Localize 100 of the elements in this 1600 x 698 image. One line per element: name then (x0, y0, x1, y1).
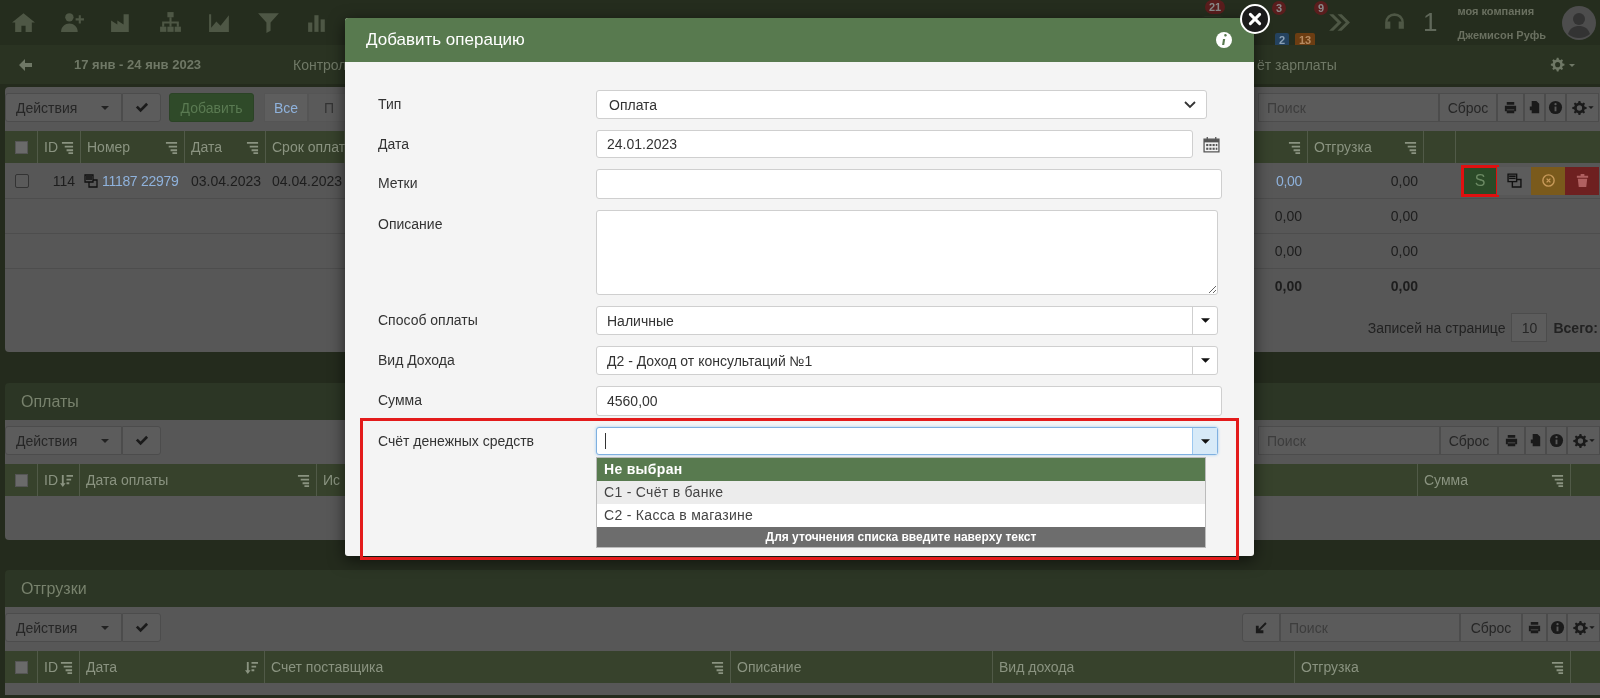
apply-button[interactable] (122, 613, 161, 642)
info-button[interactable] (1546, 426, 1567, 455)
copy-button[interactable] (1497, 166, 1531, 195)
table-cell: 0,00 (1390, 172, 1418, 189)
pay-button[interactable]: S (1463, 166, 1497, 195)
field-label: Метки (378, 174, 419, 191)
table-cell: 0,00 (1274, 208, 1302, 224)
settings-icon (1570, 99, 1595, 116)
field-label: Описание (378, 215, 444, 232)
row-checkbox[interactable] (14, 173, 29, 188)
section-title: Оплаты (21, 392, 79, 411)
column-header[interactable]: Номер (87, 139, 131, 155)
sort-icon[interactable] (297, 473, 310, 487)
table-cell: 04.04.2023 (272, 172, 343, 189)
combo-box[interactable]: Д2 - Доход от консультаций №1 (596, 346, 1218, 375)
collapse-button[interactable] (1242, 613, 1280, 642)
counter[interactable]: 1 (1423, 7, 1438, 38)
home-icon[interactable] (11, 10, 36, 35)
column-header[interactable]: Сумма (1424, 472, 1468, 488)
combo-box[interactable] (596, 427, 1218, 455)
select-all-checkbox[interactable] (14, 140, 28, 154)
filter-icon[interactable] (256, 10, 281, 35)
column-header[interactable]: Срок оплат (272, 139, 346, 155)
settings-icon[interactable] (1550, 56, 1576, 73)
sort-icon[interactable] (61, 140, 74, 154)
settings-button[interactable] (1567, 426, 1600, 455)
nav-link[interactable]: Контрол (293, 56, 347, 73)
table-cell: 0,00 (1274, 278, 1302, 294)
column-header[interactable]: Описание (737, 659, 802, 675)
sort-icon[interactable] (1551, 473, 1564, 487)
text-field[interactable] (596, 169, 1222, 199)
print-icon (1503, 100, 1518, 115)
settings-button[interactable] (1566, 93, 1599, 122)
apply-button[interactable] (122, 93, 161, 122)
sort-descending-icon[interactable] (245, 660, 258, 674)
cancel-button[interactable] (1531, 166, 1565, 195)
sort-icon[interactable] (165, 140, 178, 154)
user-name[interactable]: Джемисон Руфь (1457, 28, 1547, 41)
table-cell: 114 (52, 172, 75, 189)
export-icon (1527, 100, 1542, 115)
column-header[interactable]: Отгрузка (1314, 139, 1372, 155)
column-header[interactable]: Счет поставщика (271, 659, 384, 675)
column-header[interactable]: Дата (191, 139, 222, 155)
column-header[interactable]: Вид дохода (999, 659, 1075, 675)
settings-button[interactable] (1567, 613, 1600, 642)
combo-box[interactable]: Наличные (596, 306, 1218, 335)
invoice-link[interactable]: 11187 22979 (102, 172, 179, 189)
select-all-checkbox[interactable] (14, 473, 28, 487)
dropdown-option[interactable]: С2 - Касса в магазине (597, 504, 1205, 527)
select-all-checkbox[interactable] (14, 660, 28, 674)
export-button[interactable] (1524, 93, 1545, 122)
sort-icon[interactable] (711, 660, 724, 674)
dropdown-option[interactable]: С1 - Счёт в банке (597, 481, 1205, 504)
chevron-down-icon (1184, 100, 1196, 109)
column-header[interactable]: ID (44, 472, 58, 488)
column-header[interactable]: Дата (86, 659, 117, 675)
column-header[interactable]: ID (44, 139, 58, 155)
column-header[interactable]: ID (44, 659, 58, 675)
date-period[interactable]: 17 янв - 24 янв 2023 (74, 57, 202, 72)
column-header[interactable]: Ис (323, 472, 341, 488)
export-button[interactable] (1525, 426, 1546, 455)
info-icon (1549, 620, 1565, 635)
dropdown-option[interactable]: Не выбран (597, 458, 1205, 481)
export-icon (1528, 433, 1543, 448)
notification-badge: 21 (1205, 0, 1226, 14)
delete-button[interactable] (1565, 166, 1599, 195)
settings-icon (1571, 619, 1596, 636)
info-icon[interactable] (1216, 32, 1232, 48)
apply-button[interactable] (122, 426, 161, 455)
sort-icon[interactable] (60, 660, 73, 674)
document-icon[interactable] (84, 173, 98, 188)
dropdown-hint: Для уточнения списка введите наверху текст (597, 527, 1205, 547)
info-button[interactable] (1545, 93, 1566, 122)
text-field[interactable]: 4560,00 (596, 386, 1222, 416)
date-field[interactable]: 24.01.2023 (596, 130, 1193, 158)
print-button[interactable] (1498, 426, 1525, 455)
print-icon (1527, 620, 1542, 635)
sort-icon[interactable] (1288, 140, 1301, 154)
sort-icon[interactable] (1404, 140, 1417, 154)
calendar-icon[interactable] (1203, 135, 1220, 153)
avatar-icon[interactable] (1562, 5, 1597, 40)
filter-tab[interactable]: Все (264, 93, 308, 122)
nav-link[interactable]: ёт зарплаты (1257, 56, 1337, 73)
sort-icon[interactable] (1551, 660, 1564, 674)
table-cell: 0,00 (1390, 208, 1418, 224)
user-plus-icon[interactable] (60, 10, 85, 35)
company-name[interactable]: моя компания (1457, 4, 1547, 17)
amount-link[interactable]: 0,00 (1275, 172, 1302, 189)
sort-icon[interactable] (246, 140, 259, 154)
caret-icon (101, 105, 109, 110)
checkmark-icon (134, 433, 149, 448)
info-button[interactable] (1547, 613, 1567, 642)
print-button[interactable] (1497, 93, 1524, 122)
hierarchy-icon[interactable] (158, 10, 183, 35)
description-field[interactable] (596, 210, 1218, 295)
column-header[interactable]: Дата оплаты (86, 472, 169, 488)
column-header[interactable]: Отгрузка (1301, 659, 1359, 675)
print-button[interactable] (1522, 613, 1547, 642)
type-select[interactable]: Оплата (596, 90, 1207, 119)
sort-descending-icon[interactable] (60, 473, 73, 487)
